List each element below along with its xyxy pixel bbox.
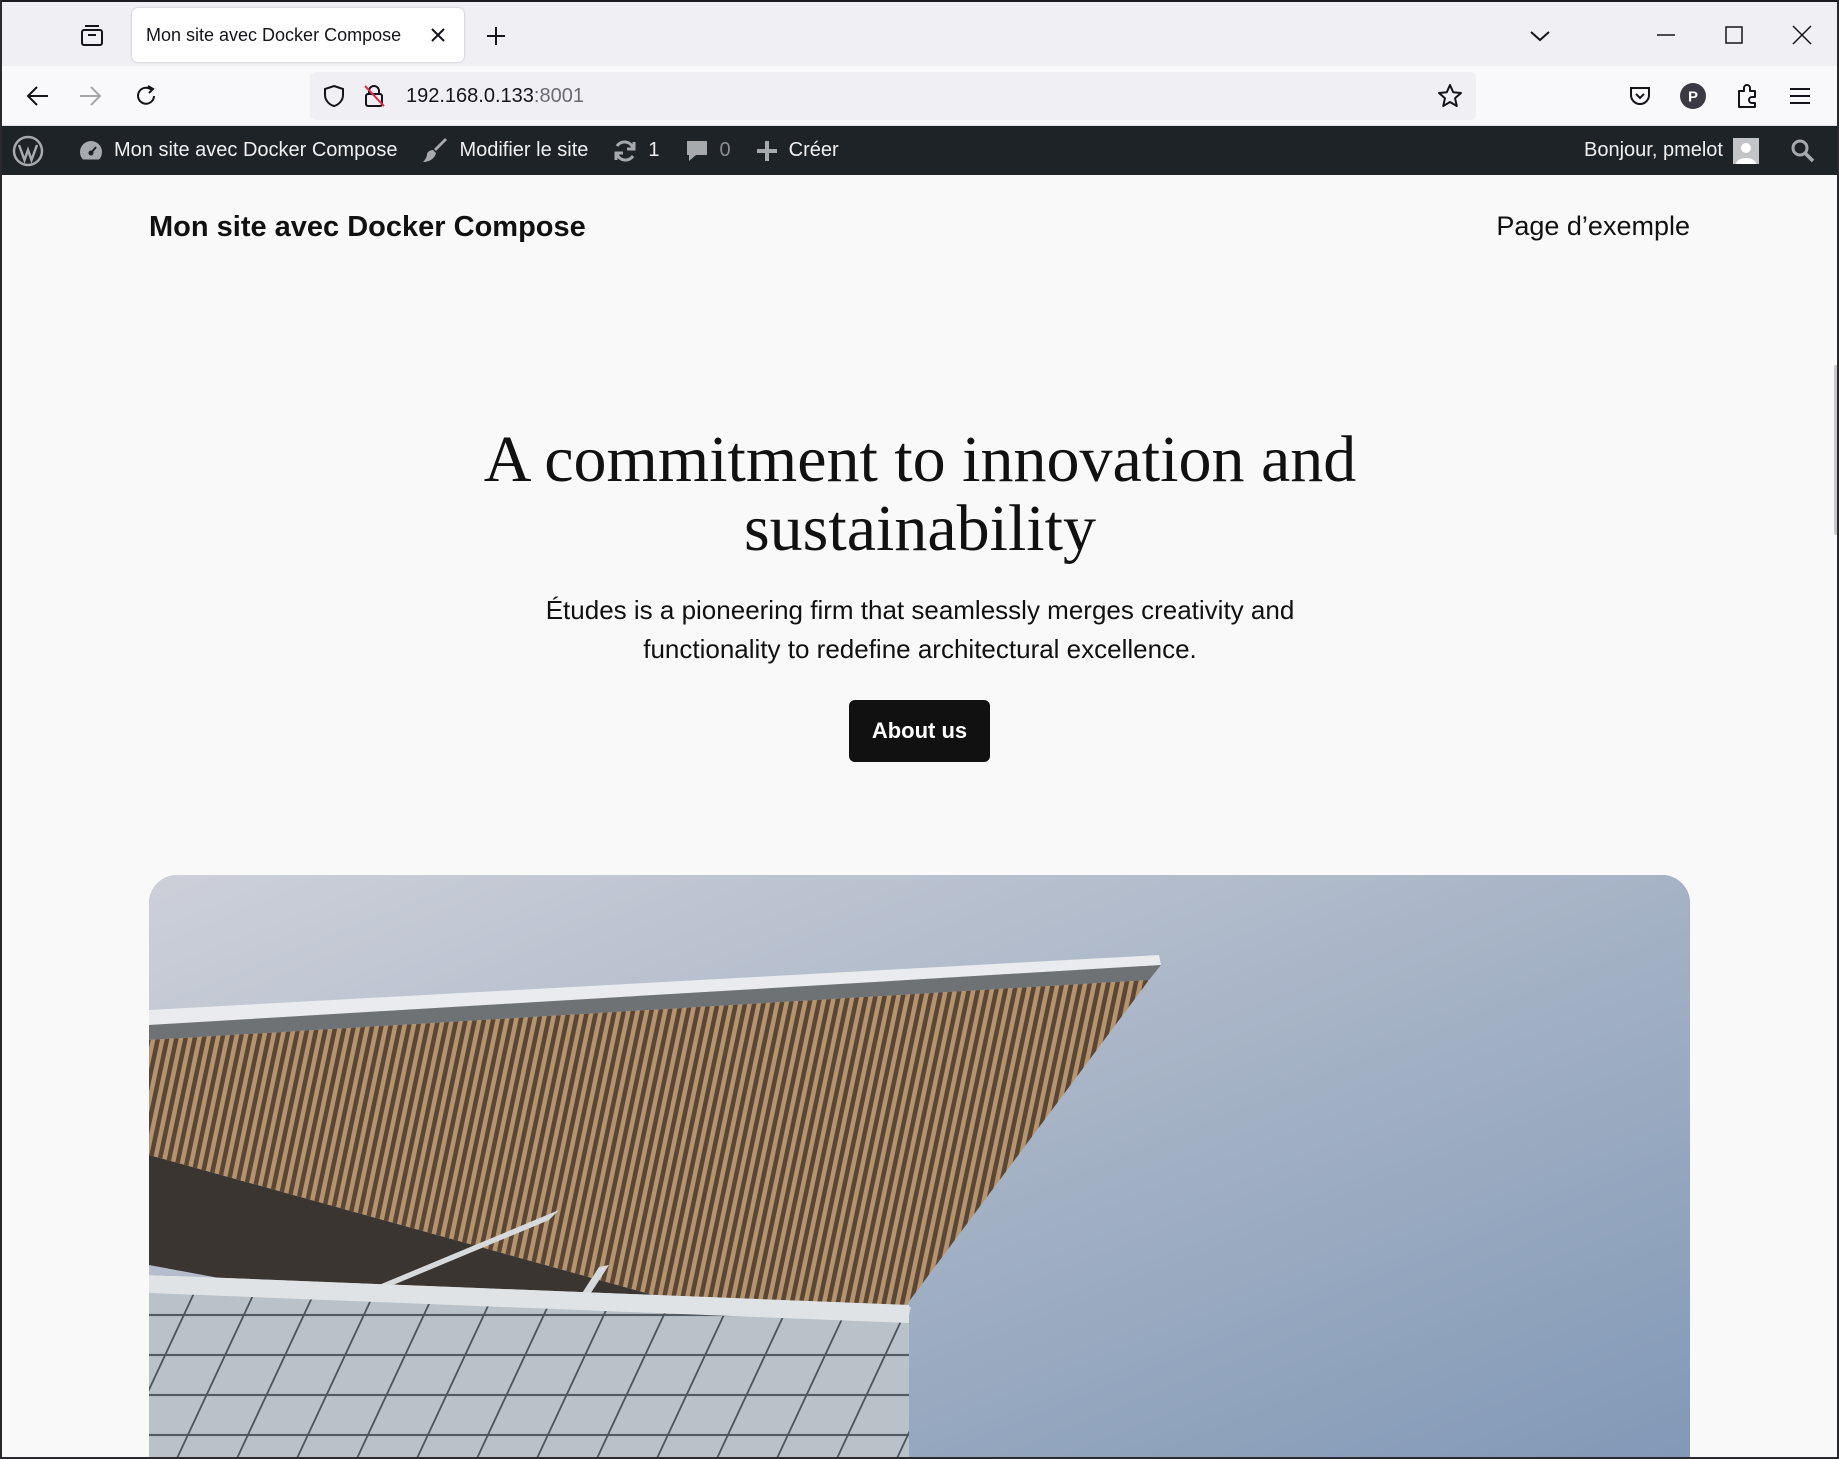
wordpress-logo-icon[interactable] (0, 126, 66, 175)
hero-heading: A commitment to innovation and sustainab… (483, 423, 1357, 565)
close-icon[interactable] (424, 21, 452, 49)
page-scrollbar[interactable] (1831, 175, 1839, 1459)
browser-navigation-bar: 192.168.0.133:8001 P (0, 66, 1839, 126)
updates-icon (614, 140, 636, 161)
admin-bar-edit-site[interactable]: Modifier le site (409, 126, 600, 175)
about-us-button[interactable]: About us (849, 700, 990, 762)
url-port: :8001 (533, 84, 584, 107)
site-title[interactable]: Mon site avec Docker Compose (149, 211, 586, 244)
window-close-icon[interactable] (1768, 10, 1836, 60)
star-icon[interactable] (1436, 82, 1464, 110)
forward-arrow-icon[interactable] (70, 76, 110, 116)
page-scrollbar-thumb[interactable] (1834, 365, 1838, 535)
plus-icon[interactable] (478, 18, 514, 54)
admin-bar-edit-site-label: Modifier le site (459, 139, 589, 161)
search-icon[interactable] (1779, 126, 1839, 175)
admin-bar-updates-count: 1 (648, 139, 660, 161)
wp-admin-bar: Mon site avec Docker Compose Modifier le… (0, 126, 1839, 175)
admin-bar-site-name-label: Mon site avec Docker Compose (114, 139, 398, 161)
nav-link-sample-page[interactable]: Page d’exemple (1496, 211, 1690, 242)
admin-bar-secondary: Bonjour, pmelot (1572, 126, 1839, 175)
admin-bar-create[interactable]: Créer (743, 126, 851, 175)
url-bar[interactable]: 192.168.0.133:8001 (310, 72, 1476, 120)
user-avatar-icon (1733, 137, 1759, 164)
hero-image-building (149, 875, 1690, 1459)
admin-bar-create-label: Créer (788, 139, 839, 161)
reload-icon[interactable] (126, 76, 166, 116)
tab-title: Mon site avec Docker Compose (146, 24, 402, 45)
shield-icon[interactable] (320, 82, 348, 110)
chevron-down-icon[interactable] (1520, 18, 1560, 54)
page-content: Mon site avec Docker Compose Page d’exem… (0, 175, 1839, 1459)
admin-bar-comments[interactable]: 0 (672, 126, 743, 175)
menu-icon[interactable] (1780, 76, 1820, 116)
browser-tab-active[interactable]: Mon site avec Docker Compose (132, 8, 464, 62)
hero-description: Études is a pioneering firm that seamles… (545, 595, 1295, 664)
dashboard-icon (80, 140, 102, 159)
admin-bar-comments-count: 0 (719, 139, 731, 161)
url-text: 192.168.0.133:8001 (406, 85, 584, 108)
back-arrow-icon[interactable] (18, 76, 58, 116)
brush-icon (423, 137, 448, 162)
url-host: 192.168.0.133 (406, 84, 534, 107)
tab-list-icon[interactable] (70, 18, 114, 54)
plus-icon (756, 140, 777, 161)
browser-tab-strip: Mon site avec Docker Compose (0, 0, 1839, 66)
maximize-icon[interactable] (1700, 10, 1768, 60)
profile-initial: P (1688, 89, 1698, 106)
minimize-icon[interactable] (1632, 10, 1700, 60)
admin-bar-updates[interactable]: 1 (600, 126, 671, 175)
pocket-icon[interactable] (1620, 76, 1660, 116)
extensions-icon[interactable] (1727, 76, 1767, 116)
admin-bar-greeting: Bonjour, pmelot (1584, 139, 1723, 161)
admin-bar-account[interactable]: Bonjour, pmelot (1572, 126, 1779, 175)
profile-avatar-icon[interactable]: P (1673, 76, 1713, 116)
admin-bar-site-name[interactable]: Mon site avec Docker Compose (66, 126, 409, 175)
comment-icon (686, 140, 707, 161)
insecure-lock-icon[interactable] (360, 82, 388, 110)
